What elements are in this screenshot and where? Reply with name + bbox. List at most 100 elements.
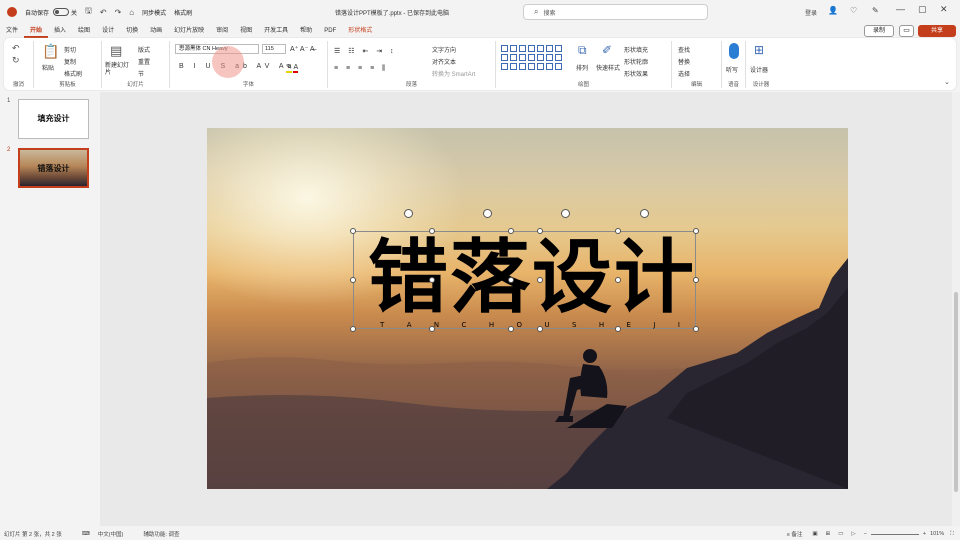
slide-sorter-icon[interactable]: ⊞ — [826, 531, 831, 537]
resize-handle[interactable] — [615, 326, 621, 332]
quick-sync-mode[interactable]: 同步模式 — [142, 8, 166, 17]
resize-handle[interactable] — [350, 326, 356, 332]
arrange-button[interactable]: 排列 — [576, 63, 588, 72]
resize-handle[interactable] — [350, 277, 356, 283]
shape-effects-button[interactable]: 形状效果 — [624, 69, 648, 78]
arrange-icon[interactable]: ⧉ — [578, 43, 587, 58]
rotate-handle-icon[interactable] — [561, 209, 570, 218]
new-slide-button[interactable]: 新建幻灯片 — [105, 63, 131, 77]
resize-handle[interactable] — [537, 326, 543, 332]
slideshow-icon[interactable]: ▷ — [851, 531, 855, 537]
font-size-box[interactable]: 115 — [262, 44, 286, 54]
scrollbar-thumb[interactable] — [954, 292, 958, 492]
resize-handle[interactable] — [693, 277, 699, 283]
resize-handle[interactable] — [693, 228, 699, 234]
tab-8[interactable]: 审阅 — [210, 24, 234, 38]
replace-button[interactable]: 替换 — [678, 57, 690, 66]
fit-slide-icon[interactable]: ⛶ — [950, 531, 954, 538]
resize-handle[interactable] — [537, 228, 543, 234]
tab-0[interactable]: 文件 — [0, 24, 24, 38]
slide-thumbnail-1[interactable]: 填充设计 — [18, 99, 89, 139]
zoom-level[interactable]: 101% — [930, 531, 944, 537]
minimize-icon[interactable]: — — [896, 4, 905, 14]
shape-outline-button[interactable]: 形状轮廓 — [624, 57, 648, 66]
spellcheck-icon[interactable]: ⌨ — [82, 531, 90, 537]
tab-12[interactable]: PDF — [318, 24, 342, 38]
format-painter-button[interactable]: 格式刷 — [64, 69, 82, 78]
tab-1[interactable]: 开始 — [24, 24, 49, 38]
slide-title-text[interactable]: 错落设计 — [368, 230, 696, 325]
zoom-out-icon[interactable]: − — [864, 531, 867, 537]
find-button[interactable]: 查找 — [678, 45, 690, 54]
maximize-icon[interactable]: ▢ — [918, 4, 927, 15]
save-icon[interactable]: 🖫 — [85, 5, 92, 19]
autosave-toggle[interactable] — [53, 8, 70, 16]
resize-handle[interactable] — [429, 228, 435, 234]
format-painter-qa-icon[interactable]: ⌂ — [129, 8, 134, 17]
tab-9[interactable]: 视图 — [234, 24, 258, 38]
paste-icon[interactable]: 📋 — [42, 43, 59, 60]
text-direction-button[interactable]: 文字方向 — [432, 45, 456, 54]
resize-handle[interactable] — [508, 326, 514, 332]
tab-10[interactable]: 开发工具 — [258, 24, 294, 38]
font-color-buttons[interactable]: ✎ A — [286, 63, 299, 73]
tab-2[interactable]: 插入 — [48, 24, 72, 38]
designer-button[interactable]: 设计器 — [750, 65, 768, 74]
slide-thumbnail-2[interactable]: 错落设计 — [18, 148, 89, 188]
collapse-ribbon-icon[interactable]: ⌄ — [944, 78, 950, 86]
designer-icon[interactable]: ⊞ — [754, 43, 764, 57]
undo-icon[interactable]: ↶ — [12, 43, 20, 54]
copy-button[interactable]: 复制 — [64, 57, 76, 66]
quick-format-painter[interactable]: 格式刷 — [174, 8, 192, 17]
notes-icon[interactable]: ≡ 备注 — [787, 530, 803, 538]
layout-button[interactable]: 版式 — [138, 45, 150, 54]
redo-icon[interactable]: ↷ — [115, 8, 122, 17]
align-buttons[interactable]: ≡ ≡ ≡ ≡ ⫼ — [334, 65, 388, 73]
resize-handle[interactable] — [508, 228, 514, 234]
align-text-button[interactable]: 对齐文本 — [432, 57, 456, 66]
zoom-slider[interactable] — [870, 533, 919, 535]
grow-font-icon[interactable]: A⁺ A⁻ A̶ — [290, 45, 315, 53]
resize-handle[interactable] — [429, 326, 435, 332]
resize-handle[interactable] — [537, 277, 543, 283]
tab-3[interactable]: 绘图 — [72, 24, 96, 38]
zoom-in-icon[interactable]: + — [923, 531, 926, 537]
undo-icon[interactable]: ↶ — [100, 8, 107, 17]
resize-handle[interactable] — [350, 228, 356, 234]
pen-icon[interactable]: ✎ — [872, 6, 879, 15]
reading-view-icon[interactable]: ▭ — [838, 531, 843, 537]
rotate-handle-icon[interactable] — [404, 209, 413, 218]
select-button[interactable]: 选择 — [678, 69, 690, 78]
new-slide-icon[interactable]: ▤ — [110, 43, 122, 59]
resize-handle[interactable] — [508, 277, 514, 283]
normal-view-icon[interactable]: ▣ — [812, 531, 817, 537]
lightbulb-icon[interactable]: ♡ — [850, 6, 857, 15]
rotate-handle-icon[interactable] — [640, 209, 649, 218]
reset-button[interactable]: 重置 — [138, 57, 150, 66]
present-button[interactable]: ▭ — [899, 25, 914, 37]
resize-handle[interactable] — [615, 228, 621, 234]
shape-fill-button[interactable]: 形状填充 — [624, 45, 648, 54]
dictate-button[interactable]: 听写 — [726, 65, 738, 74]
quick-styles-icon[interactable]: ✐ — [602, 43, 612, 57]
tab-6[interactable]: 动画 — [144, 24, 168, 38]
rotate-handle-icon[interactable] — [483, 209, 492, 218]
language-status[interactable]: 中文(中国) — [98, 530, 124, 538]
share-button[interactable]: 共享 — [918, 25, 956, 37]
resize-handle[interactable] — [693, 326, 699, 332]
cut-button[interactable]: 剪切 — [64, 45, 76, 54]
tab-4[interactable]: 设计 — [96, 24, 120, 38]
accessibility-status[interactable]: 辅助功能: 调查 — [143, 530, 179, 538]
tab-7[interactable]: 幻灯片放映 — [168, 24, 210, 38]
tab-11[interactable]: 帮助 — [294, 24, 318, 38]
quick-styles-button[interactable]: 快速样式 — [596, 63, 620, 72]
tab-5[interactable]: 切换 — [120, 24, 144, 38]
microphone-icon[interactable] — [729, 43, 739, 59]
resize-handle[interactable] — [429, 277, 435, 283]
tab-13[interactable]: 形状格式 — [342, 24, 378, 38]
account-icon[interactable]: 👤 — [828, 6, 838, 15]
redo-icon[interactable]: ↻ — [12, 55, 20, 66]
smartart-button[interactable]: 转换为 SmartArt — [432, 69, 475, 78]
paste-button[interactable]: 粘贴 — [42, 63, 54, 72]
close-icon[interactable]: ✕ — [940, 4, 948, 15]
